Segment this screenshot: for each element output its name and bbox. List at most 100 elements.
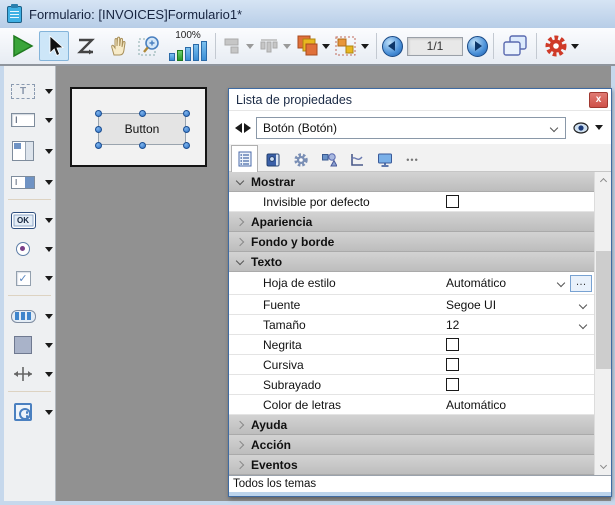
object-selector-row: Botón (Botón) xyxy=(229,111,611,144)
group-ayuda[interactable]: Ayuda xyxy=(229,415,594,435)
chevron-down-icon xyxy=(557,279,565,287)
dropdown-arrow-icon[interactable] xyxy=(45,372,53,377)
tab-display[interactable] xyxy=(371,147,398,171)
dropdown-arrow-icon[interactable] xyxy=(45,118,53,123)
select-tool-button[interactable] xyxy=(39,31,69,61)
dropdown-arrow-icon[interactable] xyxy=(45,247,53,252)
form-canvas[interactable]: Button xyxy=(70,87,207,167)
settings-button[interactable] xyxy=(543,31,580,61)
palette-combo-box-control[interactable]: I xyxy=(4,169,55,195)
color-de-letras-value[interactable]: Automático xyxy=(446,395,594,414)
group-apariencia[interactable]: Apariencia xyxy=(229,212,594,232)
chevron-down-icon xyxy=(236,256,244,264)
zoom-level-control[interactable]: 100% xyxy=(169,31,207,61)
align-button-disabled[interactable] xyxy=(222,31,255,61)
dropdown-arrow-icon[interactable] xyxy=(45,410,53,415)
toolbar-control-icon xyxy=(11,310,36,323)
previous-object-icon[interactable] xyxy=(235,123,242,133)
tab-properties[interactable] xyxy=(231,145,258,172)
grid-icon xyxy=(334,34,358,58)
resize-handle-ne[interactable] xyxy=(183,110,190,117)
zoom-bars-icon xyxy=(169,41,207,61)
toolbar-separator xyxy=(493,33,494,59)
scroll-down-icon[interactable] xyxy=(595,459,611,475)
list-box-control-icon xyxy=(12,141,34,161)
prop-invisible-por-defecto: Invisible por defecto xyxy=(229,192,594,212)
palette-label-control[interactable]: T xyxy=(4,78,55,104)
page-indicator[interactable]: 1/1 xyxy=(407,37,463,56)
run-form-button[interactable] xyxy=(7,31,37,61)
fuente-dropdown[interactable]: Segoe UI xyxy=(446,295,594,314)
designed-button-widget[interactable]: Button xyxy=(98,113,186,145)
previous-page-button[interactable] xyxy=(382,36,403,57)
dropdown-arrow-icon xyxy=(571,44,579,49)
next-arrow-icon xyxy=(475,41,482,51)
tab-chart[interactable] xyxy=(343,147,370,171)
tab-data[interactable] xyxy=(259,147,286,171)
subrayado-checkbox[interactable] xyxy=(446,378,459,391)
pan-tool-button[interactable] xyxy=(103,31,133,61)
prop-negrita: Negrita xyxy=(229,335,594,355)
resize-handle-nw[interactable] xyxy=(95,110,102,117)
palette-list-box-control[interactable] xyxy=(4,136,55,166)
palette-text-field-control[interactable]: I xyxy=(4,107,55,133)
resize-handle-w[interactable] xyxy=(95,126,102,133)
resize-handle-s[interactable] xyxy=(139,142,146,149)
chevron-right-icon xyxy=(236,440,244,448)
palette-checkbox-control[interactable]: ✓ xyxy=(4,265,55,291)
dropdown-arrow-icon[interactable] xyxy=(45,276,53,281)
distribute-icon xyxy=(258,37,280,55)
tab-more[interactable]: ••• xyxy=(399,147,426,171)
group-accion[interactable]: Acción xyxy=(229,435,594,455)
dropdown-arrow-icon[interactable] xyxy=(45,343,53,348)
object-selector-combo[interactable]: Botón (Botón) xyxy=(256,117,566,139)
forms-list-button[interactable] xyxy=(500,31,530,61)
hoja-de-estilo-dropdown[interactable]: Automático … xyxy=(446,272,594,294)
grid-arrange-button[interactable] xyxy=(333,31,370,61)
dropdown-arrow-icon[interactable] xyxy=(45,180,53,185)
palette-radio-button-control[interactable] xyxy=(4,236,55,262)
close-icon[interactable]: x xyxy=(589,92,608,108)
next-page-button[interactable] xyxy=(467,36,488,57)
cursiva-checkbox[interactable] xyxy=(446,358,459,371)
arrange-order-button[interactable] xyxy=(294,31,331,61)
tab-order-tool-button[interactable] xyxy=(71,31,101,61)
group-fondo-y-borde[interactable]: Fondo y borde xyxy=(229,232,594,252)
prop-subrayado: Subrayado xyxy=(229,375,594,395)
negrita-checkbox[interactable] xyxy=(446,338,459,351)
scroll-up-icon[interactable] xyxy=(595,172,611,188)
panel-bottom-strip xyxy=(229,492,611,496)
dropdown-arrow-icon[interactable] xyxy=(45,89,53,94)
properties-panel-titlebar[interactable]: Lista de propiedades x xyxy=(229,89,611,111)
palette-panel-control[interactable] xyxy=(4,332,55,358)
invisible-checkbox[interactable] xyxy=(446,195,459,208)
group-eventos[interactable]: Eventos xyxy=(229,455,594,475)
style-ellipsis-button[interactable]: … xyxy=(570,275,592,292)
dropdown-arrow-icon[interactable] xyxy=(45,314,53,319)
dropdown-arrow-icon[interactable] xyxy=(45,218,53,223)
distribute-button-disabled[interactable] xyxy=(257,31,292,61)
tab-settings[interactable] xyxy=(287,147,314,171)
resize-handle-se[interactable] xyxy=(183,142,190,149)
group-texto[interactable]: Texto xyxy=(229,252,594,272)
group-mostrar[interactable]: Mostrar xyxy=(229,172,594,192)
tamano-dropdown[interactable]: 12 xyxy=(446,315,594,334)
palette-splitter-control[interactable] xyxy=(4,361,55,387)
palette-button-control[interactable]: OK xyxy=(4,207,55,233)
resize-handle-n[interactable] xyxy=(139,110,146,117)
dropdown-arrow-icon[interactable] xyxy=(45,149,53,154)
properties-panel-title: Lista de propiedades xyxy=(236,93,589,107)
play-icon xyxy=(10,34,34,58)
visibility-filter-button[interactable] xyxy=(571,122,605,134)
resize-handle-sw[interactable] xyxy=(95,142,102,149)
zoom-tool-button[interactable] xyxy=(135,31,165,61)
palette-toolbar-control[interactable] xyxy=(4,303,55,329)
next-object-icon[interactable] xyxy=(244,123,251,133)
palette-custom-control[interactable] xyxy=(4,399,55,425)
resize-handle-e[interactable] xyxy=(183,126,190,133)
properties-panel: Lista de propiedades x Botón (Botón) xyxy=(228,88,612,497)
prop-cursiva: Cursiva xyxy=(229,355,594,375)
tab-objects[interactable] xyxy=(315,147,342,171)
scrollbar-thumb[interactable] xyxy=(596,251,611,369)
properties-scrollbar[interactable] xyxy=(594,172,611,475)
